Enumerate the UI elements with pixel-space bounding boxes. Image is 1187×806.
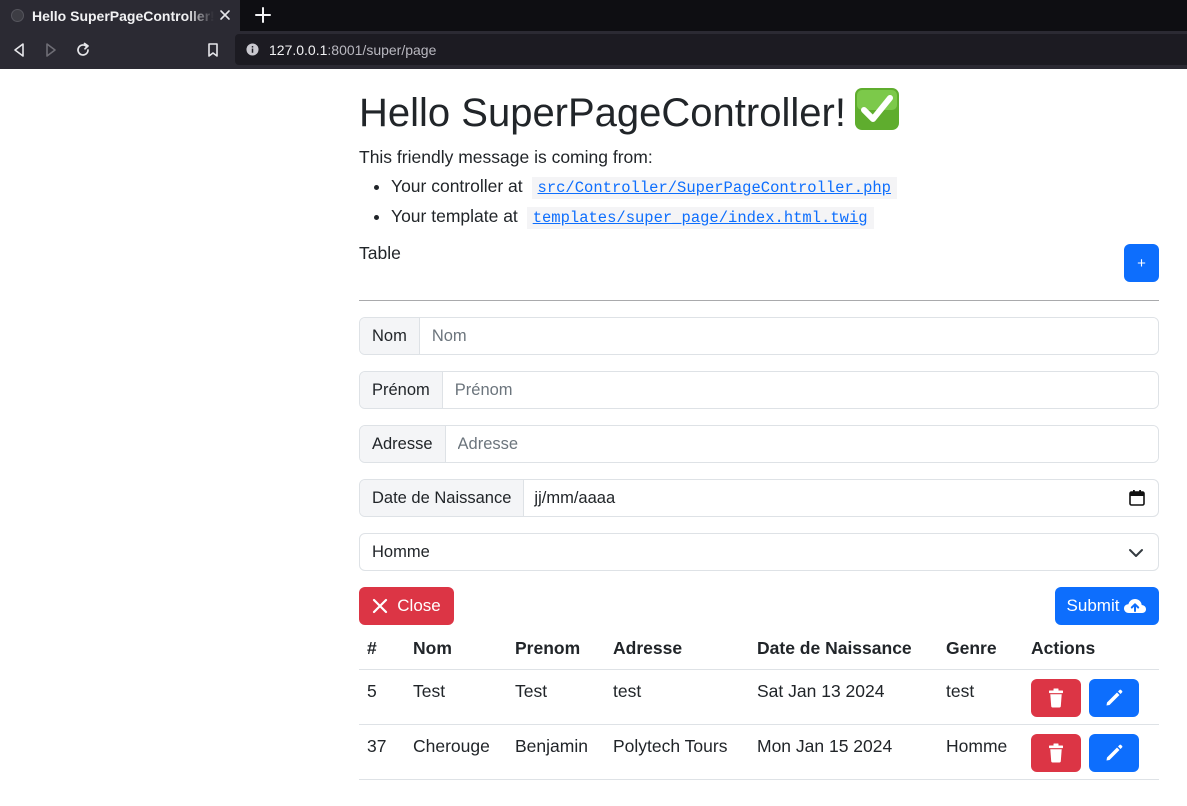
table-header-row: # Nom Prenom Adresse Date de Naissance G…: [359, 627, 1159, 670]
page-title: Hello SuperPageController!: [359, 87, 900, 137]
column-header: Nom: [405, 627, 507, 670]
close-tab-icon[interactable]: [217, 7, 233, 23]
delete-button[interactable]: [1031, 679, 1081, 717]
cell-prenom: Test: [507, 669, 605, 725]
cell-nom: Cherouge: [405, 724, 507, 780]
table-row: 5 Test Test test Sat Jan 13 2024 test: [359, 669, 1159, 725]
bookmark-icon[interactable]: [204, 41, 222, 59]
column-header: Date de Naissance: [749, 627, 938, 670]
source-file-list: Your controller at src/Controller/SuperP…: [359, 172, 897, 232]
date-label: Date de Naissance: [360, 480, 525, 516]
check-mark-icon: [854, 88, 899, 130]
delete-button[interactable]: [1031, 734, 1081, 772]
adresse-input-group: Adresse: [359, 425, 1159, 463]
trash-icon: [1049, 743, 1063, 763]
intro-text: This friendly message is coming from:: [359, 147, 653, 167]
forward-icon[interactable]: [42, 41, 60, 59]
table-section-label: Table: [359, 243, 401, 263]
cloud-upload-icon: [1124, 599, 1147, 613]
controller-prefix: Your controller at: [391, 176, 523, 196]
prenom-input[interactable]: [442, 372, 1158, 408]
cell-adresse: Polytech Tours: [605, 724, 749, 780]
cell-actions: [1023, 724, 1159, 780]
people-table: # Nom Prenom Adresse Date de Naissance G…: [359, 627, 1159, 780]
calendar-icon[interactable]: [1128, 489, 1146, 507]
genre-select[interactable]: Homme: [359, 533, 1159, 571]
cell-genre: test: [938, 669, 1023, 725]
table-row: 37 Cherouge Benjamin Polytech Tours Mon …: [359, 724, 1159, 780]
back-icon[interactable]: [10, 41, 28, 59]
submit-button-label: Submit: [1066, 596, 1120, 615]
column-header: Genre: [938, 627, 1023, 670]
browser-nav-bar: 127.0.0.1:8001/super/page: [0, 31, 1187, 69]
nom-input[interactable]: [419, 318, 1158, 354]
column-header: Prenom: [507, 627, 605, 670]
pencil-icon: [1106, 689, 1123, 706]
template-item: Your template at templates/super_page/in…: [391, 202, 897, 232]
new-tab-icon[interactable]: [254, 6, 272, 24]
cell-date: Mon Jan 15 2024: [749, 724, 938, 780]
template-code: templates/super_page/index.html.twig: [526, 207, 874, 229]
controller-link[interactable]: src/Controller/SuperPageController.php: [538, 179, 891, 197]
controller-code: src/Controller/SuperPageController.php: [531, 177, 897, 199]
template-link[interactable]: templates/super_page/index.html.twig: [533, 209, 868, 227]
x-icon: [373, 598, 388, 614]
controller-item: Your controller at src/Controller/SuperP…: [391, 172, 897, 202]
url-path: :8001/super/page: [327, 41, 437, 58]
adresse-input[interactable]: [445, 426, 1158, 462]
tab-title: Hello SuperPageController!: [32, 7, 214, 24]
cell-actions: [1023, 669, 1159, 725]
cell-adresse: test: [605, 669, 749, 725]
nom-input-group: Nom: [359, 317, 1159, 355]
column-header: #: [359, 627, 405, 670]
nom-label: Nom: [360, 318, 420, 354]
date-input-group: Date de Naissance jj/mm/aaaa: [359, 479, 1159, 517]
column-header: Actions: [1023, 627, 1159, 670]
template-prefix: Your template at: [391, 206, 518, 226]
divider: [359, 300, 1159, 301]
page-title-text: Hello SuperPageController!: [359, 91, 846, 135]
add-button[interactable]: +: [1124, 244, 1159, 282]
close-button-label: Close: [397, 596, 441, 615]
cell-nom: Test: [405, 669, 507, 725]
url-text: 127.0.0.1:8001/super/page: [269, 42, 436, 58]
adresse-label: Adresse: [360, 426, 446, 462]
address-bar[interactable]: 127.0.0.1:8001/super/page: [235, 34, 1187, 65]
browser-tab-strip: Hello SuperPageController!: [0, 0, 1187, 31]
trash-icon: [1049, 688, 1063, 708]
edit-button[interactable]: [1089, 679, 1139, 717]
browser-tab[interactable]: Hello SuperPageController!: [0, 0, 240, 31]
prenom-input-group: Prénom: [359, 371, 1159, 409]
genre-selected-value: Homme: [372, 542, 430, 561]
cell-id: 5: [359, 669, 405, 725]
cell-genre: Homme: [938, 724, 1023, 780]
reload-icon[interactable]: [74, 41, 92, 59]
submit-button[interactable]: Submit: [1055, 587, 1159, 625]
cell-date: Sat Jan 13 2024: [749, 669, 938, 725]
pencil-icon: [1106, 744, 1123, 761]
date-input[interactable]: jj/mm/aaaa: [524, 480, 1128, 516]
site-info-icon[interactable]: [246, 43, 259, 56]
cell-id: 37: [359, 724, 405, 780]
cell-prenom: Benjamin: [507, 724, 605, 780]
prenom-label: Prénom: [360, 372, 443, 408]
edit-button[interactable]: [1089, 734, 1139, 772]
favicon-icon: [11, 9, 24, 22]
url-host: 127.0.0.1: [269, 41, 328, 58]
column-header: Adresse: [605, 627, 749, 670]
close-button[interactable]: Close: [359, 587, 454, 625]
chevron-down-icon: [1129, 549, 1143, 557]
